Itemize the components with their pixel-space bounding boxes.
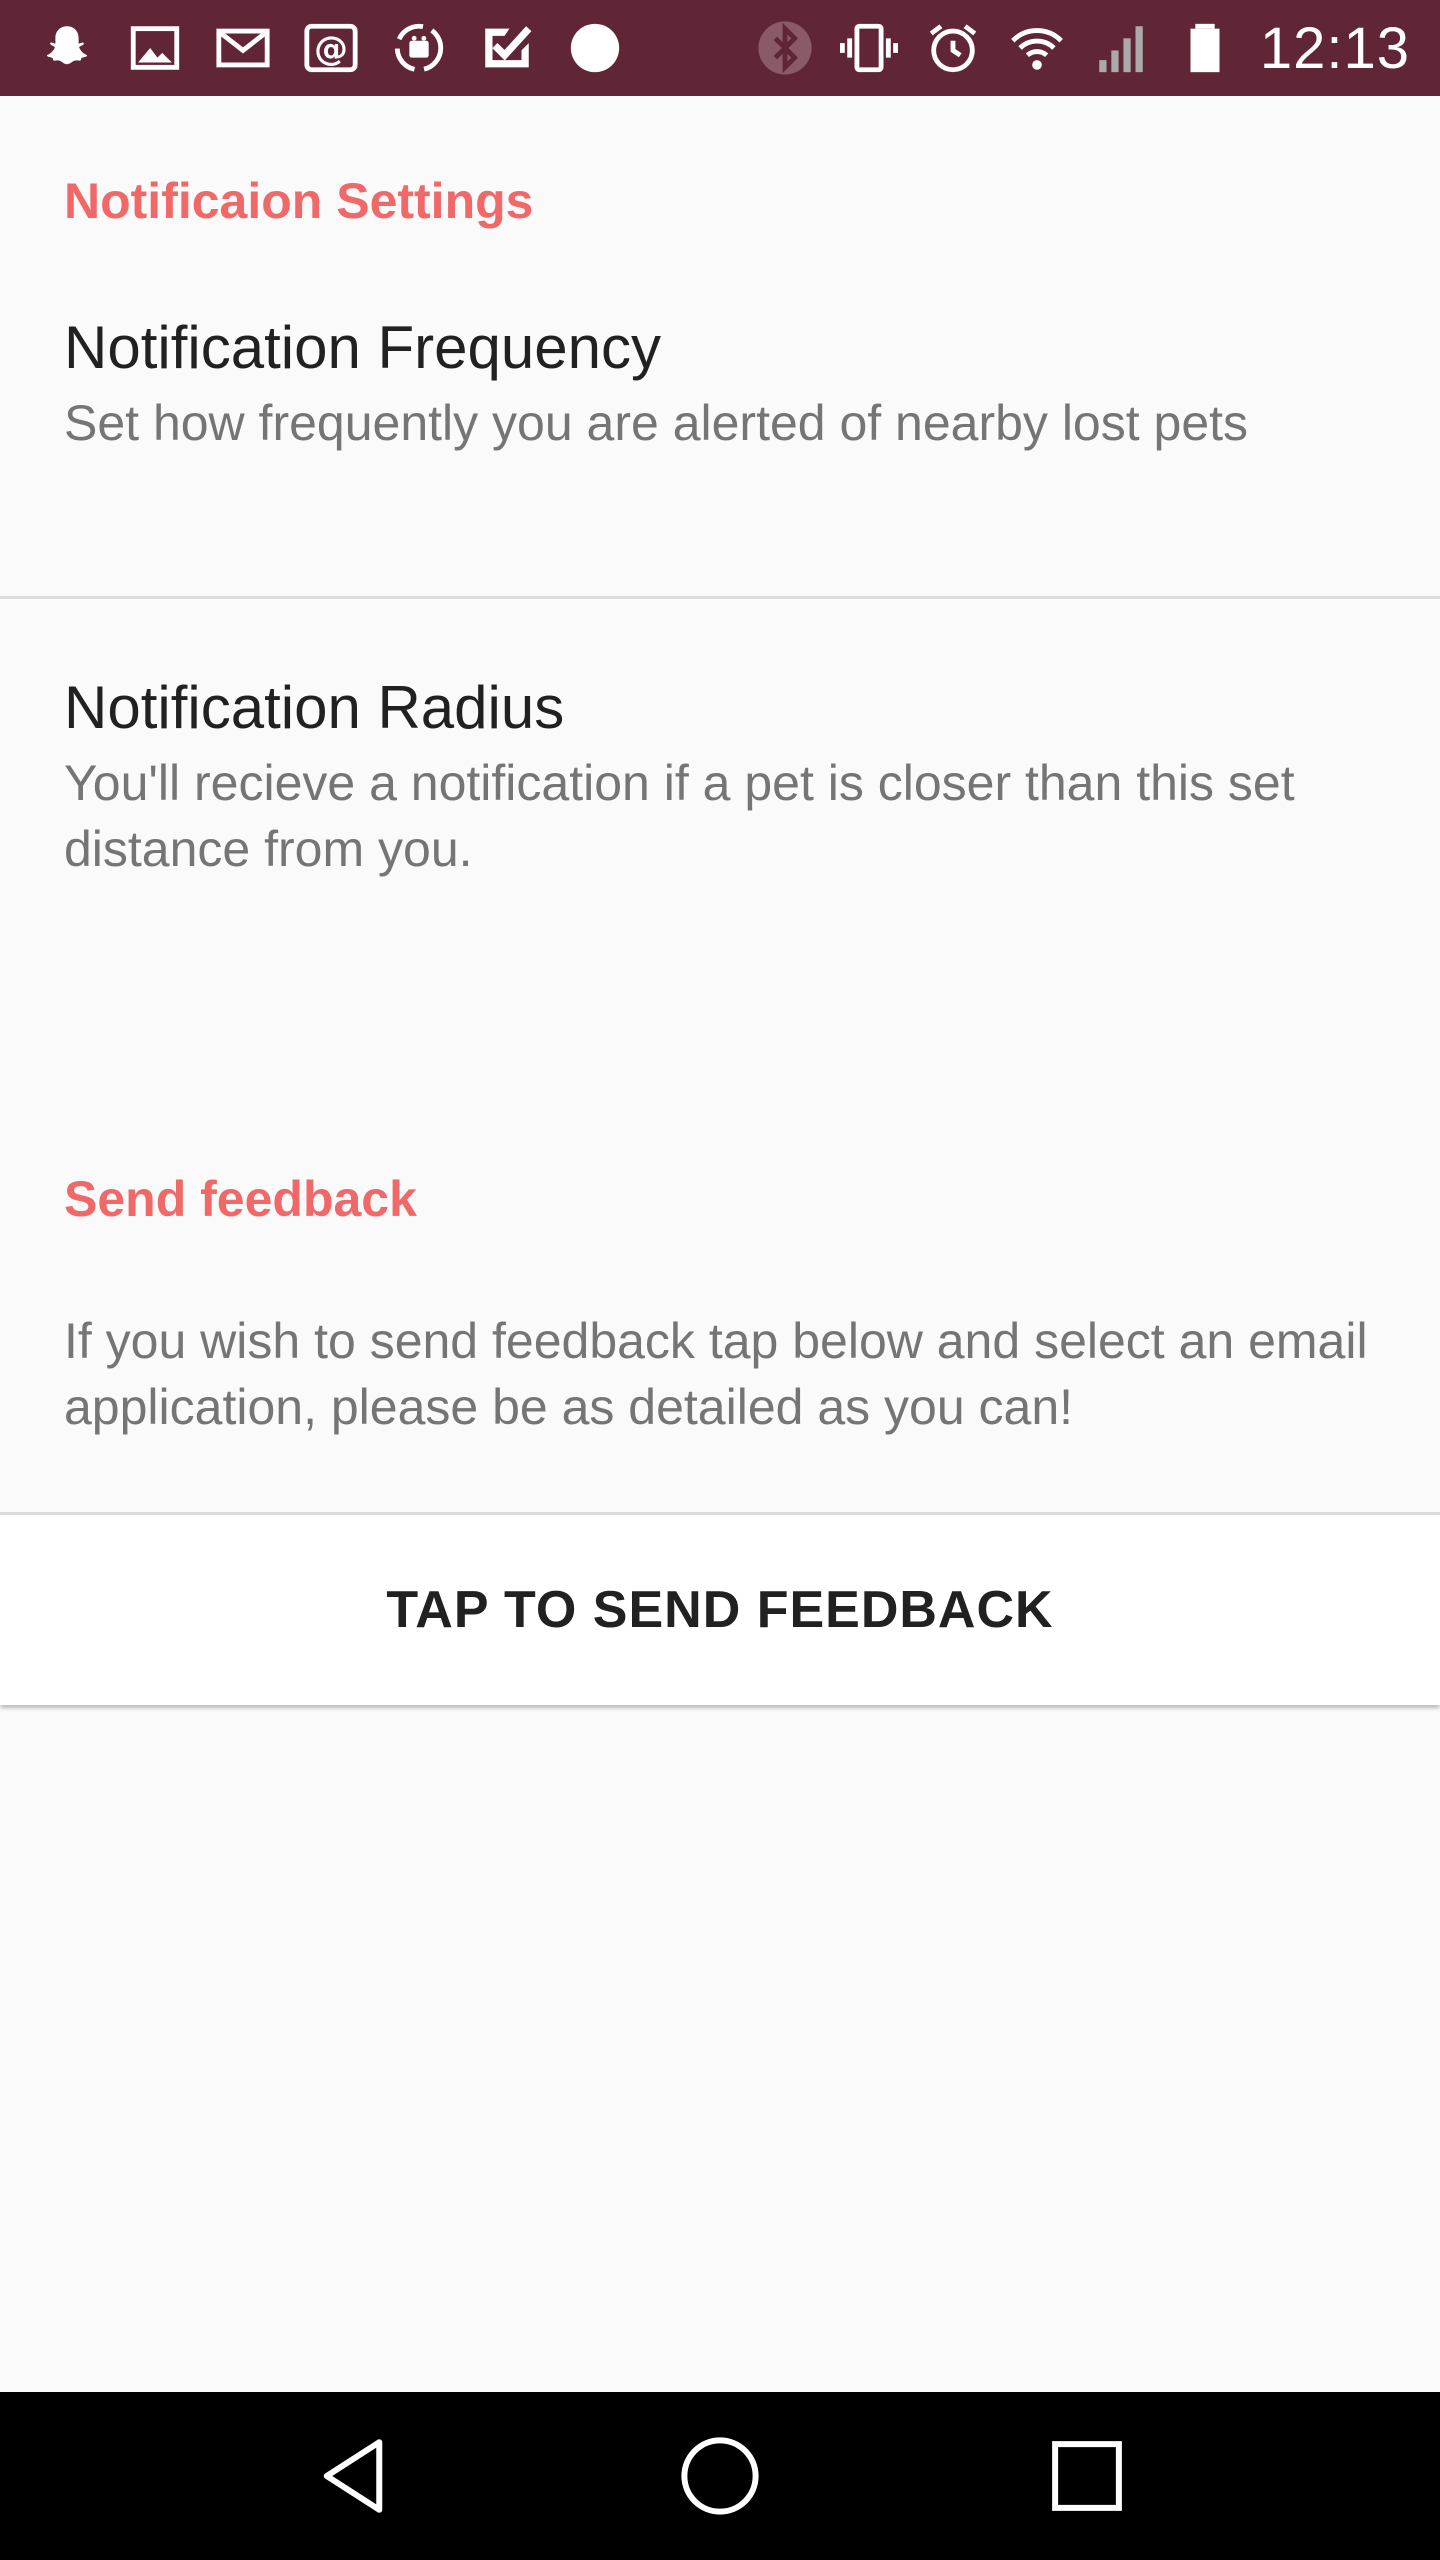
signal-icon bbox=[1092, 19, 1150, 77]
vibrate-icon bbox=[839, 19, 898, 77]
status-bar: @ 12:13 bbox=[0, 0, 1440, 96]
home-icon[interactable] bbox=[670, 2426, 770, 2526]
tasks-check-icon bbox=[478, 19, 536, 77]
back-icon[interactable] bbox=[303, 2426, 403, 2526]
notification-radius-pref[interactable]: Notification Radius You'll recieve a not… bbox=[64, 672, 1376, 882]
notification-frequency-title: Notification Frequency bbox=[64, 314, 661, 381]
send-feedback-header: Send feedback bbox=[64, 1171, 417, 1227]
recents-icon[interactable] bbox=[1037, 2426, 1137, 2526]
battery-icon bbox=[1176, 19, 1234, 77]
notification-radius-title: Notification Radius bbox=[64, 674, 565, 741]
notification-frequency-summary: Set how frequently you are alerted of ne… bbox=[64, 395, 1249, 451]
bluetooth-icon bbox=[756, 19, 814, 77]
snapchat-icon bbox=[38, 19, 96, 77]
navigation-bar bbox=[0, 2392, 1440, 2560]
alarm-icon bbox=[924, 19, 982, 77]
status-bar-notifications: @ bbox=[0, 0, 624, 96]
send-feedback-button[interactable]: TAP TO SEND FEEDBACK bbox=[0, 1512, 1440, 1705]
notification-radius-summary: You'll recieve a notification if a pet i… bbox=[64, 755, 1295, 877]
settings-divider bbox=[0, 596, 1440, 599]
status-bar-system: 12:13 bbox=[756, 0, 1440, 96]
notification-settings-header: Notificaion Settings bbox=[64, 173, 534, 229]
svg-text:@: @ bbox=[314, 29, 348, 68]
feedback-description: If you wish to send feedback tap below a… bbox=[64, 1313, 1368, 1435]
wifi-icon bbox=[1008, 19, 1066, 77]
android-sync-icon bbox=[390, 19, 448, 77]
status-bar-clock: 12:13 bbox=[1259, 15, 1410, 81]
email-at-icon: @ bbox=[302, 19, 360, 77]
image-icon bbox=[126, 19, 184, 77]
notification-frequency-pref[interactable]: Notification Frequency Set how frequentl… bbox=[64, 312, 1376, 456]
gmail-icon bbox=[214, 19, 272, 77]
circle-notification-icon bbox=[566, 19, 624, 77]
